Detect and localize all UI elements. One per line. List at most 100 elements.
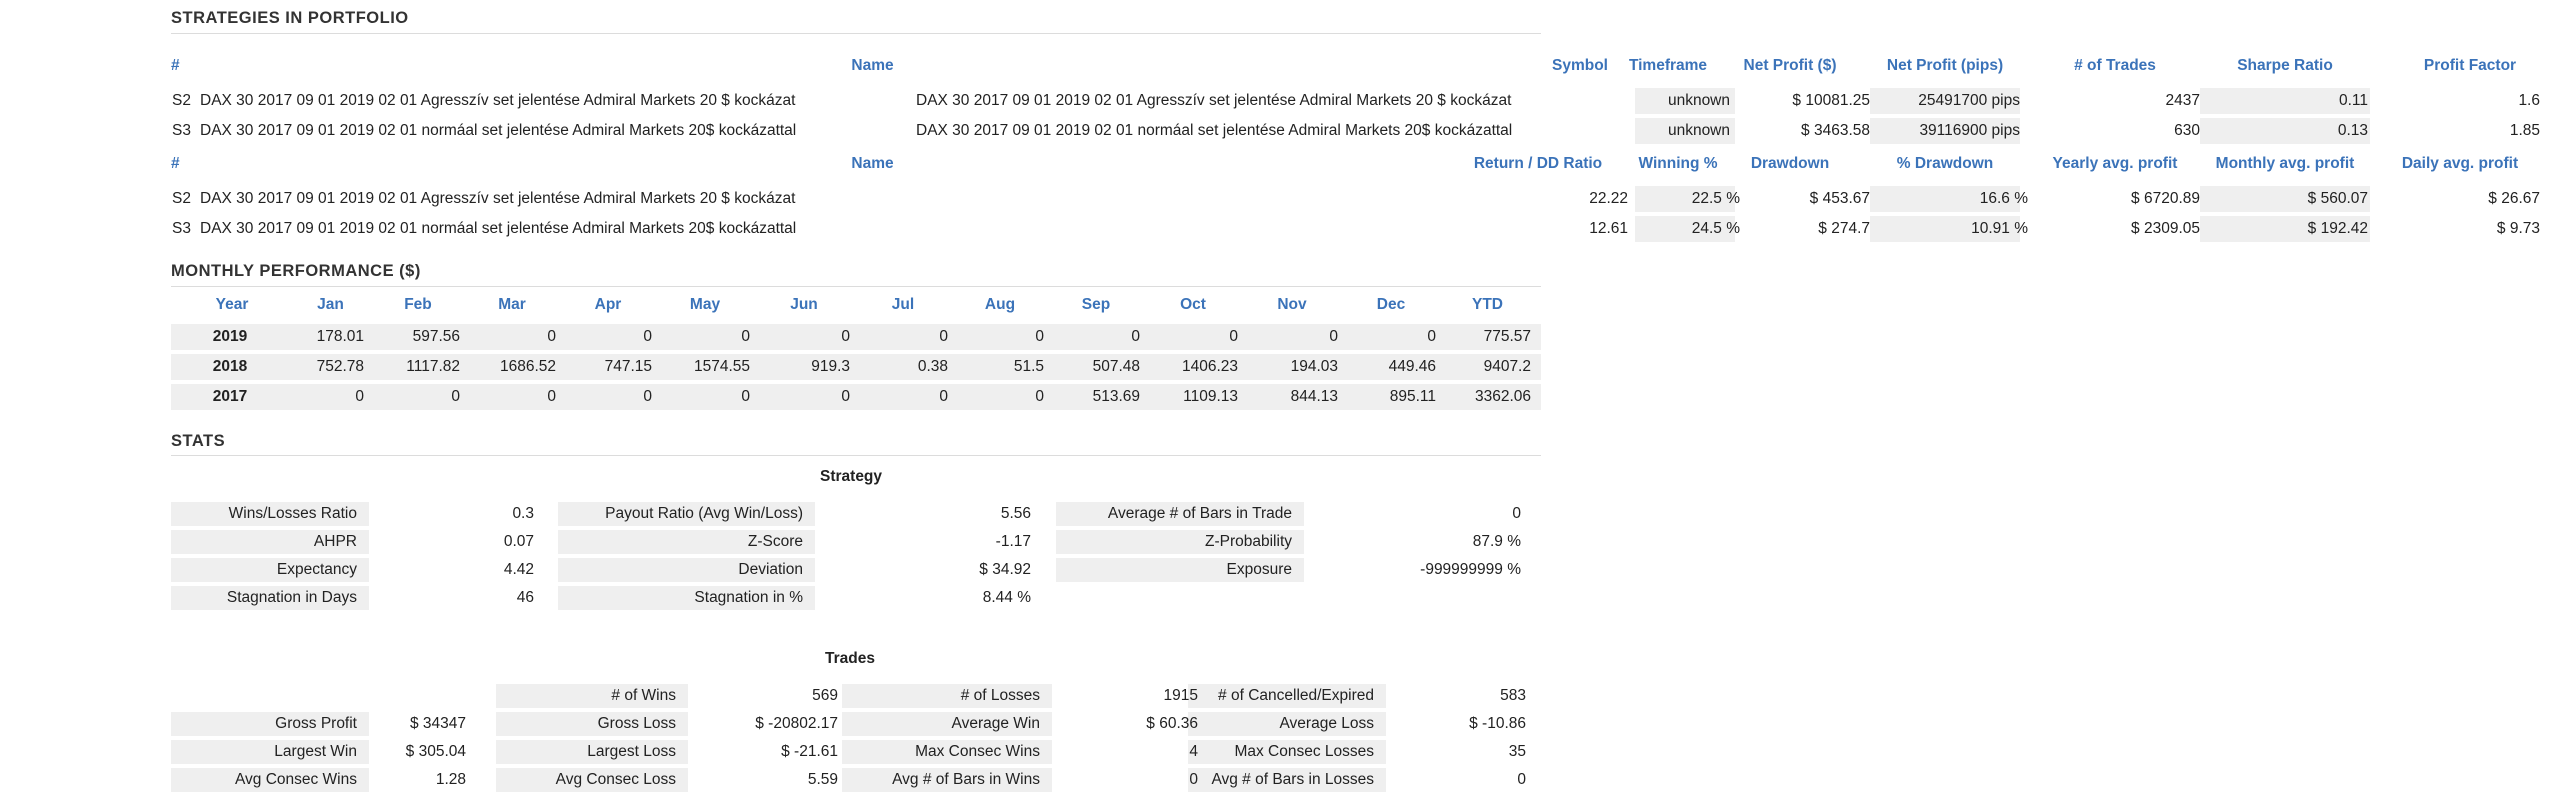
net-profit: $ 10081.25 <box>1792 92 1870 109</box>
month-header: Oct <box>1180 296 1206 313</box>
stat-value: 583 <box>1500 687 1526 704</box>
portfolio-title: STRATEGIES IN PORTFOLIO <box>171 9 409 27</box>
stat-label: # of Wins <box>611 687 676 704</box>
stat-value: $ -20802.17 <box>755 715 838 732</box>
col-header: Monthly avg. profit <box>2215 155 2355 172</box>
month-value: 747.15 <box>604 358 652 375</box>
month-value: 0 <box>939 328 948 345</box>
month-value: 507.48 <box>1092 358 1140 375</box>
col-header: Symbol <box>1552 57 1608 74</box>
monthly-avg-profit: $ 560.07 <box>2307 190 2368 207</box>
month-value: 844.13 <box>1290 388 1338 405</box>
month-value: 0 <box>355 388 364 405</box>
month-header: Mar <box>498 296 526 313</box>
col-header: Net Profit ($) <box>1743 57 1837 74</box>
month-value: 449.46 <box>1388 358 1436 375</box>
col-header: Winning % <box>1638 155 1718 172</box>
month-value: 0 <box>841 388 850 405</box>
yearly-avg-profit: $ 2309.05 <box>2131 220 2200 237</box>
stat-label: Avg # of Bars in Wins <box>892 771 1040 788</box>
stat-value: 5.56 <box>1000 505 1031 522</box>
drawdown: $ 274.7 <box>1818 220 1870 237</box>
divider <box>171 33 1541 34</box>
year-label: 2019 <box>212 328 248 345</box>
month-header: Jul <box>891 296 915 313</box>
stat-label: Avg Consec Loss <box>555 771 676 788</box>
stat-value: $ -21.61 <box>781 743 838 760</box>
stat-label: Largest Loss <box>587 743 676 760</box>
daily-avg-profit: $ 9.73 <box>2496 220 2540 237</box>
strategy-name: DAX 30 2017 09 01 2019 02 01 Agresszív s… <box>200 92 796 109</box>
divider <box>171 286 1541 287</box>
month-value: 0 <box>741 328 750 345</box>
stat-label: Wins/Losses Ratio <box>228 505 357 522</box>
month-value: 178.01 <box>316 328 364 345</box>
month-value: 1406.23 <box>1181 358 1238 375</box>
col-header: Name <box>851 57 894 74</box>
net-profit-pips: 39116900 pips <box>1919 122 2020 139</box>
year-label: 2018 <box>212 358 248 375</box>
return-dd-ratio: 22.22 <box>1589 190 1628 207</box>
pct-drawdown: 10.91 % <box>1971 220 2028 237</box>
divider <box>171 455 1541 456</box>
month-header: May <box>689 296 721 313</box>
stat-label: AHPR <box>313 533 357 550</box>
month-value: 0 <box>451 388 460 405</box>
stat-value: 0 <box>1189 771 1198 788</box>
month-value: 0 <box>643 328 652 345</box>
month-value: 0 <box>547 328 556 345</box>
stat-label: Gross Loss <box>597 715 676 732</box>
month-value: 0 <box>1131 328 1140 345</box>
stat-label: Stagnation in % <box>694 589 803 606</box>
stat-label: Average Loss <box>1279 715 1375 732</box>
stat-value: $ 34.92 <box>979 561 1031 578</box>
stat-label: Average Win <box>951 715 1040 732</box>
month-value: 0 <box>1229 328 1238 345</box>
stat-label: # of Cancelled/Expired <box>1218 687 1374 704</box>
month-value: 0 <box>1329 328 1338 345</box>
month-value: 0 <box>841 328 850 345</box>
month-value: 1686.52 <box>499 358 556 375</box>
return-dd-ratio: 12.61 <box>1589 220 1628 237</box>
stat-label: Average # of Bars in Trade <box>1107 505 1292 522</box>
stat-value: -1.17 <box>995 533 1031 550</box>
stat-value: $ 34347 <box>409 715 466 732</box>
month-value: 0 <box>741 388 750 405</box>
stat-label: Largest Win <box>274 743 357 760</box>
row-id: S2 <box>172 92 191 109</box>
stat-value: 1915 <box>1163 687 1198 704</box>
stat-label: Z-Probability <box>1205 533 1292 550</box>
month-value: 0 <box>1035 388 1044 405</box>
net-profit: $ 3463.58 <box>1801 122 1870 139</box>
stat-label: Stagnation in Days <box>226 589 357 606</box>
monthly-avg-profit: $ 192.42 <box>2307 220 2368 237</box>
month-value: 0 <box>939 388 948 405</box>
month-value: 1574.55 <box>693 358 750 375</box>
col-header: Name <box>851 155 894 172</box>
col-header: Return / DD Ratio <box>1473 155 1603 172</box>
daily-avg-profit: $ 26.67 <box>2488 190 2540 207</box>
stat-value: $ -10.86 <box>1469 715 1526 732</box>
stat-value: 4.42 <box>503 561 534 578</box>
stat-value: 87.9 % <box>1472 533 1521 550</box>
stat-label: Avg Consec Wins <box>234 771 357 788</box>
month-value: 0 <box>547 388 556 405</box>
col-header: Profit Factor <box>2423 57 2517 74</box>
strategy-name: DAX 30 2017 09 01 2019 02 01 normáal set… <box>200 220 797 237</box>
month-header: Nov <box>1277 296 1307 313</box>
stat-value: 0.3 <box>512 505 534 522</box>
col-header: # <box>171 57 180 74</box>
month-value: 895.11 <box>1389 388 1436 405</box>
month-value: 513.69 <box>1092 388 1140 405</box>
stat-label: Max Consec Wins <box>915 743 1040 760</box>
stat-value: $ 60.36 <box>1146 715 1198 732</box>
stat-value: 35 <box>1508 743 1526 760</box>
month-value: 3362.06 <box>1474 388 1531 405</box>
month-header: Dec <box>1376 296 1406 313</box>
timeframe: unknown <box>1667 92 1730 109</box>
col-header: Yearly avg. profit <box>2052 155 2178 172</box>
yearly-avg-profit: $ 6720.89 <box>2131 190 2200 207</box>
winning-pct: 22.5 % <box>1691 190 1740 207</box>
stat-value: 4 <box>1189 743 1198 760</box>
col-header: Daily avg. profit <box>2401 155 2519 172</box>
